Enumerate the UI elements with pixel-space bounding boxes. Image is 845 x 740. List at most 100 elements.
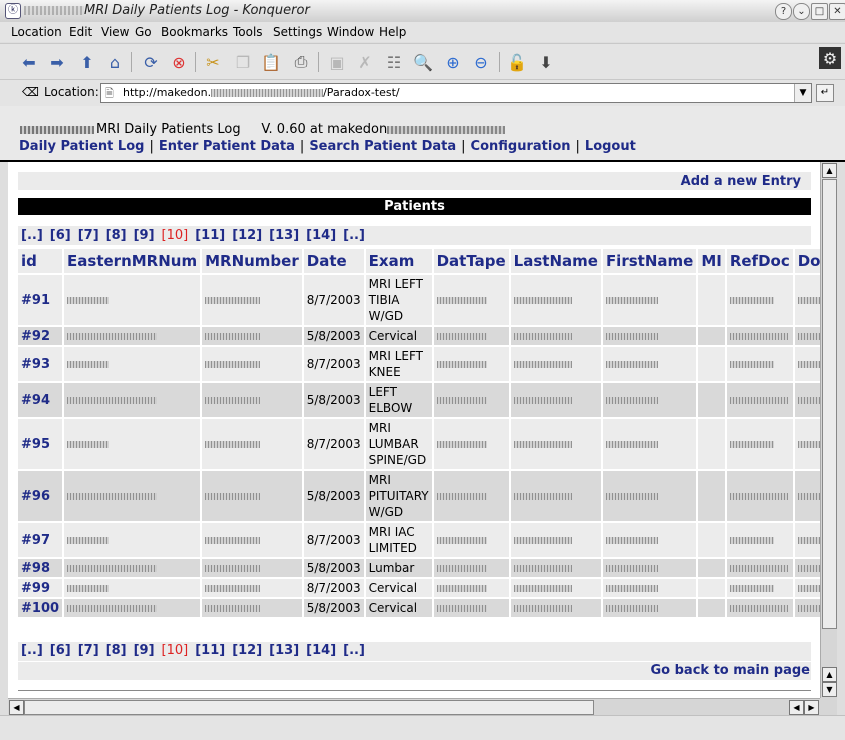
pager-link-9[interactable]: [9]	[134, 228, 155, 243]
nav-logout[interactable]: Logout	[585, 139, 636, 154]
maximize-button[interactable]: □	[811, 3, 828, 20]
scroll-up-icon[interactable]: ▲	[822, 667, 837, 682]
cell-id[interactable]: #99	[18, 578, 65, 599]
minimize-button[interactable]: ⌄	[793, 3, 810, 20]
security-lock-icon[interactable]: 🔓	[506, 51, 528, 73]
menu-go[interactable]: Go	[135, 25, 152, 39]
pager-link-13[interactable]: [13]	[269, 228, 299, 243]
close-button[interactable]: ✕	[829, 3, 845, 20]
copy-icon[interactable]: ❐	[232, 51, 254, 73]
main-nav: Daily Patient Log | Enter Patient Data | Sea…	[19, 139, 636, 154]
scroll-left-icon[interactable]: ◀	[789, 700, 804, 715]
pager-link-8[interactable]: [8]	[106, 643, 127, 658]
horizontal-scrollbar[interactable]: ◀ ◀ ▶	[8, 698, 820, 715]
col-header-mi[interactable]: MI	[697, 249, 727, 275]
new-folder-icon[interactable]: ▣	[326, 51, 348, 73]
menu-bookmarks[interactable]: Bookmarks	[161, 25, 228, 39]
menu-help[interactable]: Help	[379, 25, 406, 39]
url-input[interactable]: 🗎 http://makedon. /Paradox-test/ ▼	[100, 83, 812, 103]
col-header-id[interactable]: id	[18, 249, 65, 275]
pager-link-14[interactable]: [14]	[306, 643, 336, 658]
menu-view[interactable]: View	[101, 25, 129, 39]
menu-edit[interactable]: Edit	[69, 25, 92, 39]
nav-configuration[interactable]: Configuration	[471, 139, 571, 154]
pager-link-7[interactable]: [7]	[78, 643, 99, 658]
menu-location[interactable]: Location	[11, 25, 62, 39]
scroll-down-icon[interactable]: ▼	[822, 682, 837, 697]
url-dropdown-icon[interactable]: ▼	[794, 84, 811, 102]
add-new-entry-link[interactable]: Add a new Entry	[681, 174, 801, 189]
scroll-right-icon[interactable]: ▶	[804, 700, 819, 715]
delete-icon[interactable]: ✗	[354, 51, 376, 73]
pager-link-9[interactable]: [9]	[134, 643, 155, 658]
cell-id[interactable]: #97	[18, 522, 65, 559]
forward-icon[interactable]: ➡	[46, 51, 68, 73]
find-icon[interactable]: 🔍	[412, 51, 434, 73]
col-header-date[interactable]: Date	[302, 249, 366, 275]
cell-exam: Lumbar	[364, 558, 434, 579]
nav-separator: |	[149, 139, 154, 154]
nav-daily-patient-log[interactable]: Daily Patient Log	[19, 139, 144, 154]
horizontal-scroll-thumb[interactable]	[24, 700, 594, 715]
col-header-firstname[interactable]: FirstName	[601, 249, 699, 275]
zoom-out-icon[interactable]: ⊖	[470, 51, 492, 73]
pager-link-first[interactable]: [..]	[21, 228, 43, 243]
konqueror-app-icon[interactable]: ⓚ	[5, 3, 21, 19]
menu-tools[interactable]: Tools	[233, 25, 263, 39]
help-button[interactable]: ?	[775, 3, 792, 20]
col-header-mrnumber[interactable]: MRNumber	[201, 249, 304, 275]
col-header-lastname[interactable]: LastName	[509, 249, 603, 275]
col-header-easternmrnum[interactable]: EasternMRNum	[63, 249, 203, 275]
col-header-exam[interactable]: Exam	[364, 249, 434, 275]
nav-enter-patient-data[interactable]: Enter Patient Data	[159, 139, 295, 154]
pager-link-8[interactable]: [8]	[106, 228, 127, 243]
cell-easternmrnum	[63, 346, 203, 383]
back-to-main-link[interactable]: Go back to main page	[650, 663, 810, 678]
download-icon[interactable]: ⬇	[535, 51, 557, 73]
cut-icon[interactable]: ✂	[202, 51, 224, 73]
home-icon[interactable]: ⌂	[104, 51, 126, 73]
col-header-docfirstn[interactable]: DocFirstN	[793, 249, 820, 275]
back-icon[interactable]: ⬅	[18, 51, 40, 73]
paste-icon[interactable]: 📋	[260, 51, 282, 73]
cell-id[interactable]: #100	[18, 598, 65, 619]
pager-link-last[interactable]: [..]	[343, 643, 365, 658]
pager-link-6[interactable]: [6]	[50, 643, 71, 658]
nav-search-patient-data[interactable]: Search Patient Data	[309, 139, 456, 154]
list-view-icon[interactable]: ☷	[383, 51, 405, 73]
cell-id[interactable]: #93	[18, 346, 65, 383]
scroll-up-icon[interactable]: ▲	[822, 163, 837, 178]
cell-refdoc	[725, 522, 795, 559]
pager-link-14[interactable]: [14]	[306, 228, 336, 243]
cell-id[interactable]: #98	[18, 558, 65, 579]
cell-id[interactable]: #96	[18, 470, 65, 523]
pager-link-12[interactable]: [12]	[232, 643, 262, 658]
up-icon[interactable]: ⬆	[76, 51, 98, 73]
cell-id[interactable]: #95	[18, 418, 65, 471]
clear-location-icon[interactable]: ⌫	[22, 85, 39, 99]
cell-id[interactable]: #92	[18, 326, 65, 347]
menu-settings[interactable]: Settings	[273, 25, 322, 39]
pager-link-6[interactable]: [6]	[50, 228, 71, 243]
pager-link-11[interactable]: [11]	[195, 228, 225, 243]
pager-link-last[interactable]: [..]	[343, 228, 365, 243]
go-button[interactable]: ↵	[816, 84, 834, 102]
vertical-scroll-thumb[interactable]	[822, 179, 837, 629]
print-icon[interactable]: ⎙	[290, 51, 312, 73]
scroll-left-icon[interactable]: ◀	[9, 700, 24, 715]
menu-window[interactable]: Window	[327, 25, 374, 39]
col-header-dattape[interactable]: DatTape	[432, 249, 511, 275]
cell-lastname	[509, 418, 603, 471]
stop-icon[interactable]: ⊗	[168, 51, 190, 73]
pager-link-first[interactable]: [..]	[21, 643, 43, 658]
pager-link-7[interactable]: [7]	[78, 228, 99, 243]
pager-link-11[interactable]: [11]	[195, 643, 225, 658]
pager-link-12[interactable]: [12]	[232, 228, 262, 243]
cell-id[interactable]: #94	[18, 382, 65, 419]
col-header-refdoc[interactable]: RefDoc	[725, 249, 795, 275]
cell-id[interactable]: #91	[18, 274, 65, 327]
pager-link-13[interactable]: [13]	[269, 643, 299, 658]
zoom-in-icon[interactable]: ⊕	[442, 51, 464, 73]
reload-icon[interactable]: ⟳	[140, 51, 162, 73]
vertical-scrollbar[interactable]: ▲ ▲ ▼	[820, 162, 837, 698]
